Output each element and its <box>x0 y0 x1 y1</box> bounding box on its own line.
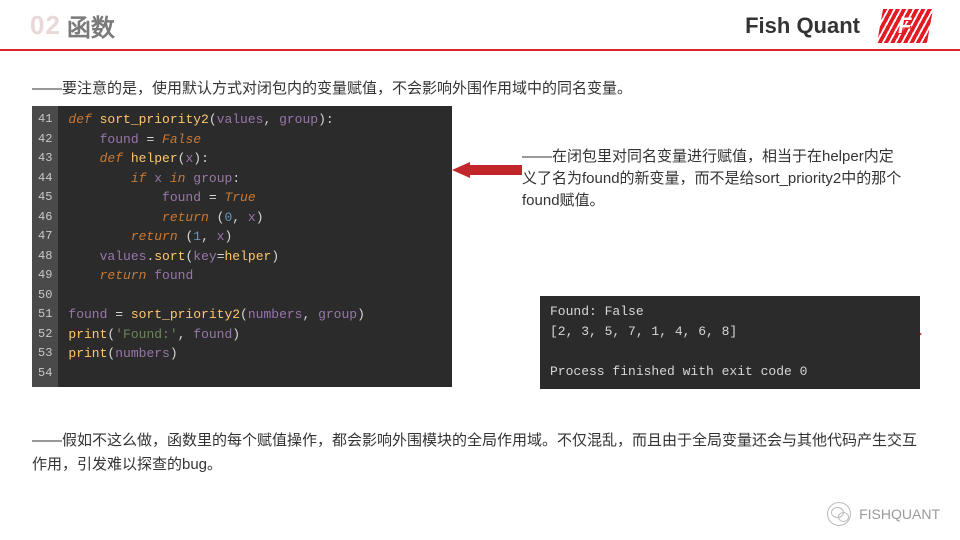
code-block: 4142434445464748495051525354 def sort_pr… <box>32 106 452 387</box>
chapter-title: 函数 <box>67 8 115 43</box>
brand-text: Fish Quant <box>745 13 860 39</box>
slide-header: 02 函数 Fish Quant F <box>0 0 960 51</box>
watermark-text: FISHQUANT <box>859 506 940 522</box>
line-gutter: 4142434445464748495051525354 <box>32 106 58 387</box>
output-block: Found: False [2, 3, 5, 7, 1, 4, 6, 8] Pr… <box>540 296 920 389</box>
intro-note: ——要注意的是，使用默认方式对闭包内的变量赋值，不会影响外围作用域中的同名变量。 <box>32 77 928 98</box>
closing-note: ——假如不这么做，函数里的每个赋值操作，都会影响外围模块的全局作用域。不仅混乱，… <box>32 429 928 477</box>
watermark: FISHQUANT <box>827 502 940 526</box>
code-body: def sort_priority2(values, group): found… <box>58 106 452 387</box>
wechat-icon <box>827 502 851 526</box>
arrow-left-icon <box>452 162 522 178</box>
annotation-text: ——在闭包里对同名变量进行赋值，相当于在helper内定义了名为found的新变… <box>522 146 902 211</box>
chapter-number: 02 <box>30 10 61 41</box>
brand-logo: F <box>877 9 933 43</box>
